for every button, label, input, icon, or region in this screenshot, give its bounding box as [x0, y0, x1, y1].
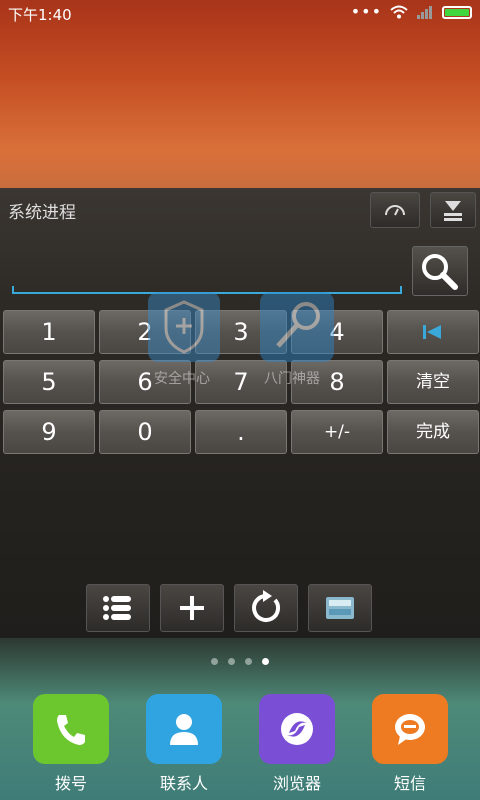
security-center-icon [148, 292, 220, 362]
done-key[interactable]: 完成 [387, 410, 479, 454]
battery-icon [442, 5, 472, 19]
speed-gauge-button[interactable] [370, 192, 420, 228]
status-bar: 下午1:40 ••• [0, 0, 480, 28]
search-icon [422, 254, 458, 290]
dock-contacts[interactable]: 联系人 [146, 694, 222, 794]
download-arrow-icon [444, 201, 462, 221]
memory-chip-icon [326, 597, 354, 619]
gauge-icon [385, 205, 405, 216]
page-dot-active[interactable] [262, 658, 269, 665]
process-widget: 系统进程 1 2 3 4 5 6 7 8 清空 9 0 . +/- 完成 安全中… [0, 188, 480, 638]
game-hacker-icon [260, 292, 334, 362]
plus-icon [180, 596, 204, 620]
security-center-label: 安全中心 [154, 371, 210, 387]
sign-toggle-key[interactable]: +/- [291, 410, 383, 454]
message-icon [372, 694, 448, 764]
list-icon [103, 596, 131, 620]
page-dot[interactable] [245, 658, 252, 665]
more-dots-icon: ••• [350, 2, 382, 21]
phone-icon [33, 694, 109, 764]
contact-icon [146, 694, 222, 764]
dock-messages[interactable]: 短信 [372, 694, 448, 794]
memory-clean-button[interactable] [308, 584, 372, 632]
dock-label: 浏览器 [272, 774, 321, 793]
collapse-button[interactable] [430, 192, 476, 228]
key-5[interactable]: 5 [3, 360, 95, 404]
process-list-button[interactable] [86, 584, 150, 632]
dock-label: 联系人 [159, 774, 208, 793]
dock-browser[interactable]: 浏览器 [259, 694, 335, 794]
refresh-button[interactable] [234, 584, 298, 632]
widget-title: 系统进程 [8, 203, 76, 223]
page-dot[interactable] [228, 658, 235, 665]
add-button[interactable] [160, 584, 224, 632]
wifi-icon [390, 5, 408, 19]
dock-label: 短信 [393, 774, 426, 793]
page-dot[interactable] [211, 658, 218, 665]
decimal-key[interactable]: . [195, 410, 287, 454]
page-indicator [0, 658, 480, 665]
refresh-icon [252, 590, 281, 622]
clear-key[interactable]: 清空 [387, 360, 479, 404]
wallpaper [0, 0, 480, 188]
key-1[interactable]: 1 [3, 310, 95, 354]
backspace-icon [423, 325, 441, 339]
status-time: 下午1:40 [8, 6, 72, 24]
backspace-key[interactable] [387, 310, 479, 354]
browser-icon [259, 694, 335, 764]
signal-icon [417, 6, 432, 19]
game-hacker-label: 八门神器 [264, 371, 320, 387]
key-0[interactable]: 0 [99, 410, 191, 454]
dock-label: 拨号 [54, 774, 87, 793]
status-icons: ••• [350, 2, 472, 21]
key-9[interactable]: 9 [3, 410, 95, 454]
dock-phone[interactable]: 拨号 [33, 694, 109, 794]
search-button[interactable] [412, 246, 468, 296]
